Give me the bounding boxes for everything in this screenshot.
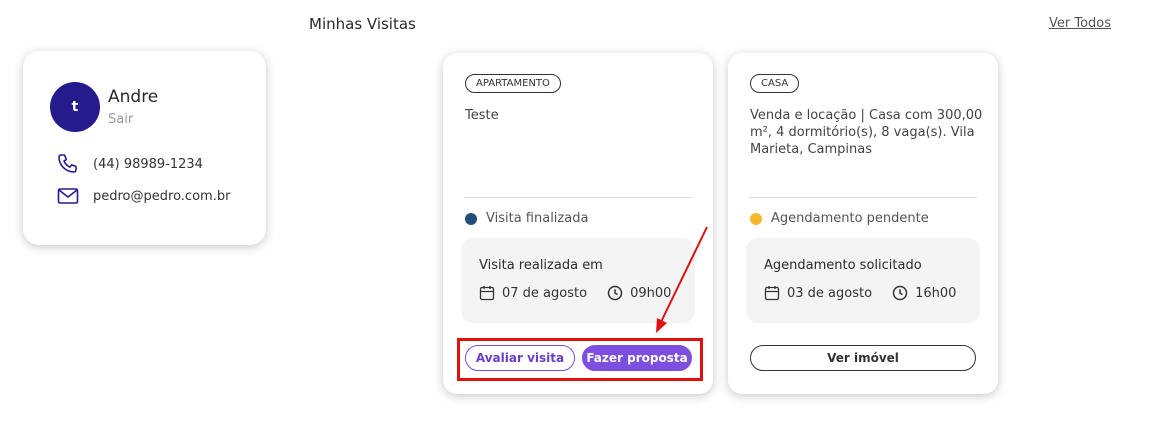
avatar: t bbox=[50, 82, 100, 132]
visit-time: 09h00 bbox=[630, 285, 672, 301]
info-title: Visita realizada em bbox=[479, 258, 603, 273]
view-property-button[interactable]: Ver imóvel bbox=[750, 345, 976, 371]
logout-link[interactable]: Sair bbox=[108, 112, 133, 127]
clock-icon bbox=[892, 285, 908, 301]
page-title: Minhas Visitas bbox=[309, 15, 416, 33]
property-description: Teste bbox=[465, 108, 499, 123]
visit-card: CASA Venda e locação | Casa com 300,00 m… bbox=[728, 53, 998, 394]
visit-info-box: Visita realizada em 07 de agosto 09h00 bbox=[461, 238, 695, 323]
profile-card: t Andre Sair (44) 98989-1234 pedro@pedro… bbox=[23, 51, 266, 245]
status-text: Agendamento pendente bbox=[771, 211, 929, 226]
status-dot bbox=[465, 212, 477, 225]
phone-text: (44) 98989-1234 bbox=[93, 156, 203, 172]
divider bbox=[464, 197, 692, 198]
email-row: pedro@pedro.com.br bbox=[56, 184, 230, 208]
visit-info-box: Agendamento solicitado 03 de agosto 16h0… bbox=[746, 238, 980, 323]
page: Minhas Visitas Ver Todos t Andre Sair (4… bbox=[0, 0, 1160, 435]
calendar-icon bbox=[479, 286, 495, 301]
see-all-link[interactable]: Ver Todos bbox=[1049, 16, 1111, 31]
profile-name: Andre bbox=[108, 87, 159, 107]
annotation-highlight-box bbox=[457, 338, 703, 381]
status-text: Visita finalizada bbox=[486, 211, 589, 226]
status-row: Agendamento pendente bbox=[750, 211, 929, 226]
visit-date: 03 de agosto bbox=[787, 285, 873, 301]
clock-icon bbox=[607, 285, 623, 301]
status-dot bbox=[750, 212, 762, 225]
divider bbox=[749, 197, 977, 198]
calendar-icon bbox=[764, 286, 780, 301]
visit-date: 07 de agosto bbox=[502, 285, 588, 301]
info-title: Agendamento solicitado bbox=[764, 258, 922, 273]
property-type-badge: APARTAMENTO bbox=[465, 74, 561, 93]
visit-time: 16h00 bbox=[915, 285, 957, 301]
phone-row: (44) 98989-1234 bbox=[56, 152, 203, 176]
phone-icon bbox=[58, 154, 77, 173]
datetime-row: 03 de agosto 16h00 bbox=[764, 285, 956, 301]
property-description: Venda e locação | Casa com 300,00 m², 4 … bbox=[750, 108, 983, 157]
property-type-badge: CASA bbox=[750, 74, 800, 93]
email-text: pedro@pedro.com.br bbox=[93, 188, 231, 204]
mail-icon bbox=[57, 188, 79, 204]
status-row: Visita finalizada bbox=[465, 211, 588, 226]
datetime-row: 07 de agosto 09h00 bbox=[479, 285, 671, 301]
